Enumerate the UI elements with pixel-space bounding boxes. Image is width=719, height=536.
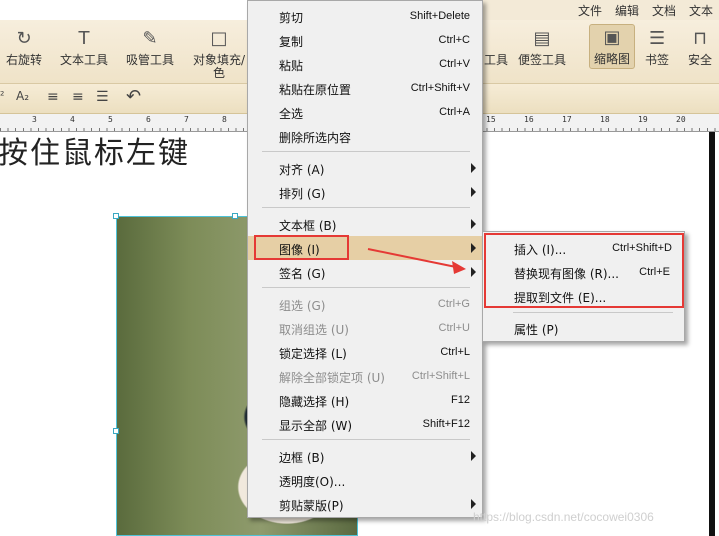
partial-tool-button[interactable]: 工具 [484, 28, 508, 67]
menu-separator [262, 439, 470, 440]
security-button[interactable]: ⊓ 安全 [688, 28, 712, 67]
ruler-tick-label: 4 [70, 115, 75, 124]
document-heading: 按住鼠标左键 [0, 136, 190, 171]
page-edge [709, 132, 715, 536]
menu-document[interactable]: 文档 [652, 2, 676, 19]
thumbnail-button[interactable]: ▣ 缩略图 [589, 24, 636, 69]
rotate-right-button[interactable]: ↻ 右旋转 [6, 28, 42, 67]
align-left-icon[interactable]: ≡ [47, 89, 59, 105]
subscript-icon[interactable]: A₂ [16, 89, 29, 103]
menu-item-unlock-all[interactable]: 解除全部锁定项 (U) Ctrl+Shift+L [248, 364, 482, 388]
menu-item-border[interactable]: 边框 (B) [248, 444, 482, 468]
lock-icon: ⊓ [692, 28, 708, 49]
menu-item-paste-in-place[interactable]: 粘贴在原位置 Ctrl+Shift+V [248, 76, 482, 100]
ruler-tick-label: 15 [486, 115, 496, 124]
menu-item-align[interactable]: 对齐 (A) [248, 156, 482, 180]
thumbnail-icon: ▣ [603, 27, 621, 48]
sticky-note-icon: ▤ [533, 28, 551, 49]
fill-swatch-icon: □ [210, 28, 228, 49]
resize-handle[interactable] [113, 213, 119, 219]
menu-item-ungroup[interactable]: 取消组选 (U) Ctrl+U [248, 316, 482, 340]
submenu-arrow-icon [471, 243, 476, 253]
submenu-arrow-icon [471, 219, 476, 229]
superscript-icon[interactable]: ² [0, 89, 4, 102]
text-tool-button[interactable]: T 文本工具 [60, 28, 108, 67]
resize-handle[interactable] [113, 428, 119, 434]
ruler-tick-label: 18 [600, 115, 610, 124]
ruler-tick-label: 7 [184, 115, 189, 124]
ruler-tick-label: 17 [562, 115, 572, 124]
submenu-arrow-icon [471, 499, 476, 509]
bookmark-button[interactable]: ☰ 书签 [645, 28, 669, 67]
submenu-arrow-icon [471, 451, 476, 461]
annotation-highlight-box [484, 233, 684, 308]
eyedropper-icon: ✎ [142, 28, 158, 49]
menu-item-arrange[interactable]: 排列 (G) [248, 180, 482, 204]
text-cursor-icon: T [78, 28, 90, 49]
menu-item-text-box[interactable]: 文本框 (B) [248, 212, 482, 236]
align-right-icon[interactable]: ☰ [96, 89, 109, 105]
menu-bar: 文件 编辑 文档 文本 [480, 0, 719, 20]
menu-separator [513, 312, 673, 313]
menu-item-show-all[interactable]: 显示全部 (W) Shift+F12 [248, 412, 482, 436]
submenu-item-properties[interactable]: 属性 (P) [483, 316, 684, 340]
menu-item-hide-selection[interactable]: 隐藏选择 (H) F12 [248, 388, 482, 412]
menu-separator [262, 287, 470, 288]
menu-item-delete-selection[interactable]: 删除所选内容 [248, 124, 482, 148]
image-submenu: 插入 (I)... Ctrl+Shift+D 替换现有图像 (R)... Ctrl+… [482, 231, 685, 342]
submenu-arrow-icon [471, 163, 476, 173]
menu-item-signature[interactable]: 签名 (G) [248, 260, 482, 284]
ruler-tick-label: 20 [676, 115, 686, 124]
annotation-highlight-box [254, 235, 349, 260]
menu-item-transparency[interactable]: 透明度(O)... [248, 468, 482, 492]
menu-text[interactable]: 文本 [689, 2, 713, 19]
align-center-icon[interactable]: ≡ [72, 89, 84, 105]
menu-item-clipping-mask[interactable]: 剪贴蒙版(P) [248, 492, 482, 516]
rotate-right-icon: ↻ [16, 28, 32, 49]
menu-item-cut[interactable]: 剪切 Shift+Delete [248, 4, 482, 28]
submenu-arrow-icon [471, 267, 476, 277]
eyedropper-tool-button[interactable]: ✎ 吸管工具 [126, 28, 174, 67]
menu-item-group[interactable]: 组选 (G) Ctrl+G [248, 292, 482, 316]
menu-file[interactable]: 文件 [578, 2, 602, 19]
submenu-arrow-icon [471, 187, 476, 197]
menu-edit[interactable]: 编辑 [615, 2, 639, 19]
resize-handle[interactable] [232, 213, 238, 219]
ruler-tick-label: 16 [524, 115, 534, 124]
ruler-tick-label: 8 [222, 115, 227, 124]
menu-item-select-all[interactable]: 全选 Ctrl+A [248, 100, 482, 124]
ruler-tick-label: 6 [146, 115, 151, 124]
bookmark-list-icon: ☰ [648, 28, 666, 49]
ruler-tick-label: 5 [108, 115, 113, 124]
menu-separator [262, 207, 470, 208]
menu-separator [262, 151, 470, 152]
menu-item-lock-selection[interactable]: 锁定选择 (L) Ctrl+L [248, 340, 482, 364]
undo-icon[interactable]: ↶ [126, 86, 141, 107]
ruler-tick-label: 3 [32, 115, 37, 124]
menu-item-copy[interactable]: 复制 Ctrl+C [248, 28, 482, 52]
ruler-tick-label: 19 [638, 115, 648, 124]
sticky-note-tool-button[interactable]: ▤ 便签工具 [518, 28, 566, 67]
context-menu: 剪切 Shift+Delete 复制 Ctrl+C 粘贴 Ctrl+V 粘贴在原位置 C… [247, 0, 483, 518]
watermark: https://blog.csdn.net/cocowei0306 [473, 510, 654, 524]
object-fill-button[interactable]: □ 对象填充/ 色 [193, 28, 245, 80]
menu-item-paste[interactable]: 粘贴 Ctrl+V [248, 52, 482, 76]
